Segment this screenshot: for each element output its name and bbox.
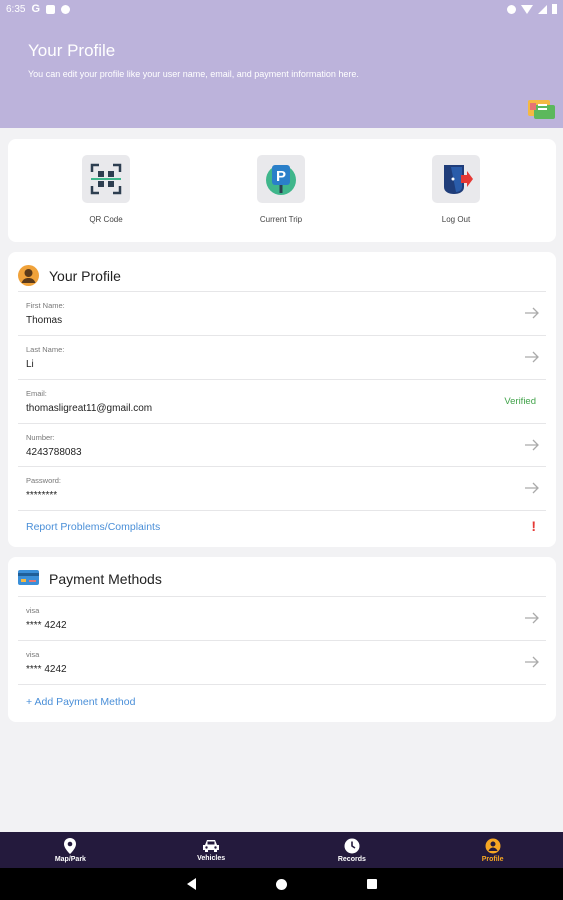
id-card-icon [528, 100, 555, 119]
map-pin-icon [64, 837, 77, 854]
first-name-value: Thomas [26, 315, 63, 326]
recent-apps-icon[interactable] [366, 879, 377, 889]
arrow-right-icon [525, 307, 539, 319]
password-value: ******** [26, 490, 58, 501]
battery-icon [552, 4, 557, 14]
wifi-icon [521, 4, 533, 14]
person-icon [485, 838, 501, 853]
clock-icon [344, 838, 360, 853]
status-time: 6:35 [6, 3, 26, 15]
bottom-nav: Map/Park Vehicles Records Profile [0, 832, 563, 868]
parking-icon: P [266, 165, 296, 195]
qr-code-label: QR Code [89, 215, 123, 224]
nav-records-label: Records [337, 855, 366, 863]
google-icon: G [31, 3, 41, 15]
number-value: 4243788083 [26, 447, 82, 458]
password-label: Password: [26, 476, 62, 485]
last-name-value: Li [26, 359, 34, 370]
payment-section-title: Payment Methods [49, 570, 162, 587]
arrow-right-icon [525, 482, 539, 494]
payment-card-row[interactable]: visa **** 4242 [18, 596, 546, 640]
sim-icon [46, 4, 56, 14]
status-bar: 6:35 G [0, 0, 563, 18]
number-row[interactable]: Number: 4243788083 [18, 423, 546, 467]
page-title: Your Profile [28, 41, 116, 60]
alert-icon: ! [531, 518, 536, 534]
first-name-row[interactable]: First Name: Thomas [18, 291, 546, 335]
profile-header: Your Profile You can edit your profile l… [0, 18, 563, 128]
current-trip-tile: P [257, 155, 305, 203]
last-name-label: Last Name: [26, 345, 65, 354]
email-row[interactable]: Email: thomasligreat11@gmail.com Verifie… [18, 379, 546, 423]
add-payment-divider [18, 684, 546, 685]
nav-profile-label: Profile [481, 855, 504, 863]
arrow-right-icon [525, 612, 539, 624]
qr-code-tile [82, 155, 130, 203]
card-number: **** 4242 [26, 664, 67, 675]
qr-code-icon [90, 163, 122, 195]
sync-icon [61, 4, 71, 14]
car-icon [203, 839, 220, 852]
nav-map-park[interactable]: Map/Park [0, 832, 141, 868]
current-trip-label: Current Trip [259, 215, 303, 224]
current-trip-button[interactable]: P Current Trip [231, 155, 331, 224]
email-value: thomasligreat11@gmail.com [26, 403, 153, 414]
user-avatar-icon [18, 265, 39, 286]
card-brand: visa [26, 606, 40, 615]
page-subtitle: You can edit your profile like your user… [28, 69, 359, 79]
nav-records[interactable]: Records [282, 832, 423, 868]
back-icon[interactable] [186, 878, 196, 890]
qr-code-button[interactable]: QR Code [56, 155, 156, 224]
svg-text:P: P [276, 168, 286, 185]
system-nav-bar [0, 868, 563, 900]
signal-icon [538, 4, 547, 14]
quick-actions-card: QR Code P Current Trip Log Out [8, 139, 556, 242]
payment-section-header: Payment Methods [18, 570, 162, 587]
nav-map-park-label: Map/Park [54, 855, 86, 863]
log-out-button[interactable]: Log Out [406, 155, 506, 224]
payment-card-row[interactable]: visa **** 4242 [18, 640, 546, 684]
first-name-label: First Name: [26, 301, 65, 310]
add-payment-method-link[interactable]: + Add Payment Method [26, 696, 135, 708]
card-brand: visa [26, 650, 40, 659]
credit-card-icon [18, 570, 39, 585]
arrow-right-icon [525, 351, 539, 363]
report-problems-link[interactable]: Report Problems/Complaints [26, 521, 160, 533]
arrow-right-icon [525, 656, 539, 668]
profile-card: Your Profile First Name: Thomas Last Nam… [8, 252, 556, 547]
profile-section-title: Your Profile [49, 267, 121, 284]
email-verified-badge: Verified [504, 396, 536, 407]
payment-methods-card: Payment Methods visa **** 4242 visa ****… [8, 557, 556, 722]
logout-icon [444, 165, 473, 194]
arrow-right-icon [525, 439, 539, 451]
number-label: Number: [26, 433, 55, 442]
location-icon [507, 4, 516, 14]
email-label: Email: [26, 389, 47, 398]
nav-profile[interactable]: Profile [422, 832, 563, 868]
card-number: **** 4242 [26, 620, 67, 631]
last-name-row[interactable]: Last Name: Li [18, 335, 546, 379]
nav-vehicles-label: Vehicles [197, 854, 226, 862]
nav-vehicles[interactable]: Vehicles [141, 832, 282, 868]
log-out-tile [432, 155, 480, 203]
password-row[interactable]: Password: ******** [18, 466, 546, 510]
profile-section-header: Your Profile [18, 265, 121, 286]
log-out-label: Log Out [441, 215, 471, 224]
home-icon[interactable] [275, 878, 287, 890]
report-divider [18, 510, 546, 511]
